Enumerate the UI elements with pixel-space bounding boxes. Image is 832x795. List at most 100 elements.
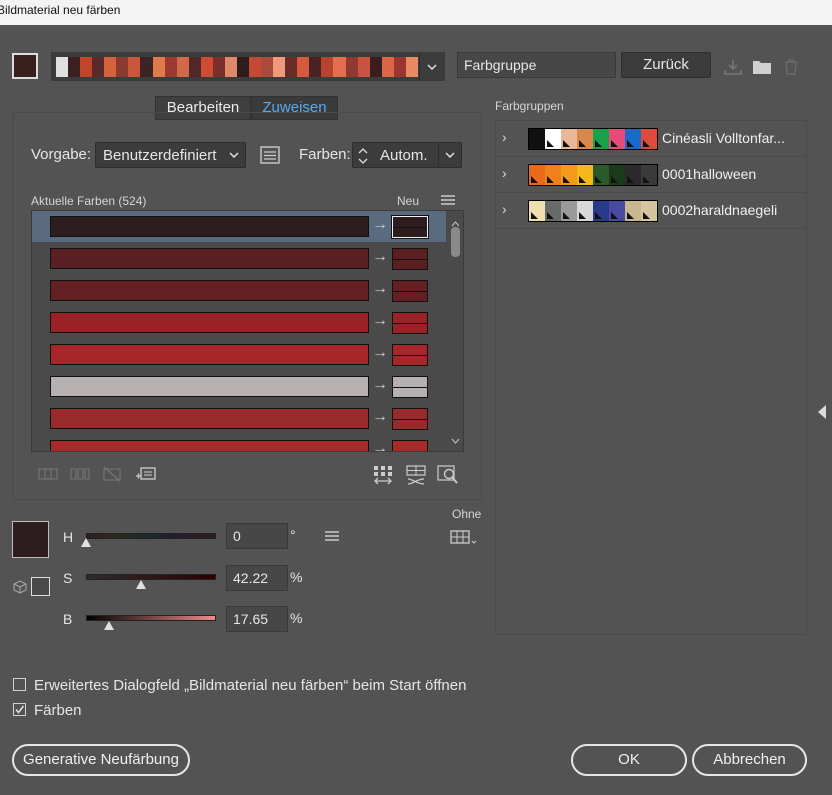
s-slider-thumb[interactable] xyxy=(135,580,146,589)
main-color-swatch[interactable] xyxy=(12,53,38,79)
current-color-swatch[interactable] xyxy=(50,344,369,365)
color-group-row[interactable]: › 0002haraldnaegeli xyxy=(496,194,806,229)
arrow-icon[interactable]: → xyxy=(372,312,388,330)
list-scrollbar[interactable] xyxy=(448,211,463,451)
s-slider[interactable] xyxy=(86,574,216,580)
exclude-colors-icon[interactable] xyxy=(101,464,123,484)
new-color-swatch[interactable] xyxy=(392,344,428,366)
arrow-icon[interactable]: → xyxy=(372,376,388,394)
back-button[interactable]: Zurück xyxy=(621,52,711,78)
preset-options-icon[interactable] xyxy=(259,144,281,166)
new-color-swatch[interactable] xyxy=(392,408,428,430)
trash-icon[interactable] xyxy=(782,58,800,76)
secondary-swatch[interactable] xyxy=(31,577,50,596)
h-value-field[interactable]: 0 xyxy=(226,523,288,549)
arrow-icon[interactable]: → xyxy=(372,248,388,266)
group-swatch xyxy=(529,201,545,221)
color-group-row[interactable]: › Cinéasli Volltonfar... xyxy=(496,122,806,157)
color-row[interactable]: → xyxy=(32,275,446,307)
color-row[interactable]: → xyxy=(32,243,446,275)
color-bar-segment xyxy=(321,57,334,77)
color-bar-segment xyxy=(285,57,298,77)
scroll-down-icon[interactable] xyxy=(451,431,460,447)
s-value-field[interactable]: 42.22 xyxy=(226,565,288,591)
arrow-icon[interactable]: → xyxy=(372,344,388,362)
preset-dropdown[interactable]: Benutzerdefiniert xyxy=(95,142,246,168)
group-swatch xyxy=(641,129,657,149)
color-bar-segment xyxy=(236,57,249,77)
color-library-icon[interactable] xyxy=(449,527,479,547)
advanced-dialog-checkbox[interactable] xyxy=(13,678,26,691)
b-slider-thumb[interactable] xyxy=(103,621,114,630)
separate-colors-icon[interactable] xyxy=(69,465,91,483)
arrow-icon[interactable]: → xyxy=(372,280,388,298)
current-color-swatch[interactable] xyxy=(12,521,49,558)
color-row[interactable]: → xyxy=(32,211,446,243)
ok-button[interactable]: OK xyxy=(571,744,687,776)
group-swatch xyxy=(561,201,577,221)
new-color-swatch[interactable] xyxy=(392,248,428,270)
new-color-swatch[interactable] xyxy=(392,280,428,302)
merge-colors-icon[interactable] xyxy=(37,465,59,483)
cancel-button[interactable]: Abbrechen xyxy=(692,744,807,776)
find-color-icon[interactable] xyxy=(436,463,460,487)
current-color-swatch[interactable] xyxy=(50,408,369,429)
save-to-group-icon[interactable] xyxy=(723,58,743,76)
group-swatch xyxy=(593,129,609,149)
color-list[interactable]: → → → → → → → → xyxy=(31,210,464,452)
colors-label: Farben: xyxy=(299,146,351,163)
color-group-name: Cinéasli Volltonfar... xyxy=(662,130,785,146)
current-color-swatch[interactable] xyxy=(50,376,369,397)
chevron-right-icon[interactable]: › xyxy=(502,165,507,181)
color-row[interactable]: → xyxy=(32,435,446,451)
chevron-right-icon[interactable]: › xyxy=(502,129,507,145)
color-group-row[interactable]: › 0001halloween xyxy=(496,158,806,193)
current-color-swatch[interactable] xyxy=(50,248,369,269)
b-value-field[interactable]: 17.65 xyxy=(226,606,288,632)
group-name-field[interactable]: Farbgruppe xyxy=(457,52,616,78)
cube-icon[interactable] xyxy=(12,579,28,595)
arrow-icon[interactable]: → xyxy=(372,216,388,234)
h-slider-thumb[interactable] xyxy=(81,538,91,547)
scrollbar-thumb[interactable] xyxy=(451,227,460,257)
arrow-icon[interactable]: → xyxy=(372,440,388,451)
color-group-name: 0002haraldnaegeli xyxy=(662,202,778,218)
hsb-menu-icon[interactable] xyxy=(324,530,340,542)
randomize-saturation-icon[interactable] xyxy=(404,463,428,487)
preset-label: Vorgabe: xyxy=(31,146,92,163)
recolor-checkbox[interactable] xyxy=(13,703,26,716)
color-row[interactable]: → xyxy=(32,307,446,339)
new-row-icon[interactable] xyxy=(134,464,158,484)
current-color-swatch[interactable] xyxy=(50,440,369,451)
chevron-down-icon[interactable] xyxy=(438,143,461,167)
group-swatch xyxy=(593,201,609,221)
new-color-swatch[interactable] xyxy=(391,215,429,239)
list-menu-icon[interactable] xyxy=(440,194,456,206)
color-bar-segment xyxy=(249,57,262,77)
current-color-swatch[interactable] xyxy=(50,216,369,237)
new-color-swatch[interactable] xyxy=(392,440,428,451)
color-row[interactable]: → xyxy=(32,339,446,371)
current-color-swatch[interactable] xyxy=(50,312,369,333)
generative-recolor-button[interactable]: Generative Neufärbung xyxy=(12,744,190,776)
group-swatch xyxy=(561,165,577,185)
folder-icon[interactable] xyxy=(752,58,772,76)
h-slider[interactable] xyxy=(86,533,216,539)
color-bar-segment xyxy=(345,57,358,77)
current-color-swatch[interactable] xyxy=(50,280,369,301)
stepper-arrows-icon[interactable] xyxy=(356,146,370,166)
randomize-order-icon[interactable] xyxy=(371,463,395,487)
group-swatch xyxy=(625,201,641,221)
chevron-right-icon[interactable]: › xyxy=(502,201,507,217)
arrow-icon[interactable]: → xyxy=(372,408,388,426)
new-color-swatch[interactable] xyxy=(392,376,428,398)
color-bar-segment xyxy=(273,57,286,77)
color-bar-segment xyxy=(176,57,189,77)
color-row[interactable]: → xyxy=(32,371,446,403)
new-color-swatch[interactable] xyxy=(392,312,428,334)
colors-stepper[interactable]: Autom. xyxy=(352,142,462,168)
color-row[interactable]: → xyxy=(32,403,446,435)
color-bar[interactable] xyxy=(51,52,445,81)
chevron-down-icon[interactable] xyxy=(419,53,444,80)
collapse-panel-icon[interactable] xyxy=(816,404,828,420)
